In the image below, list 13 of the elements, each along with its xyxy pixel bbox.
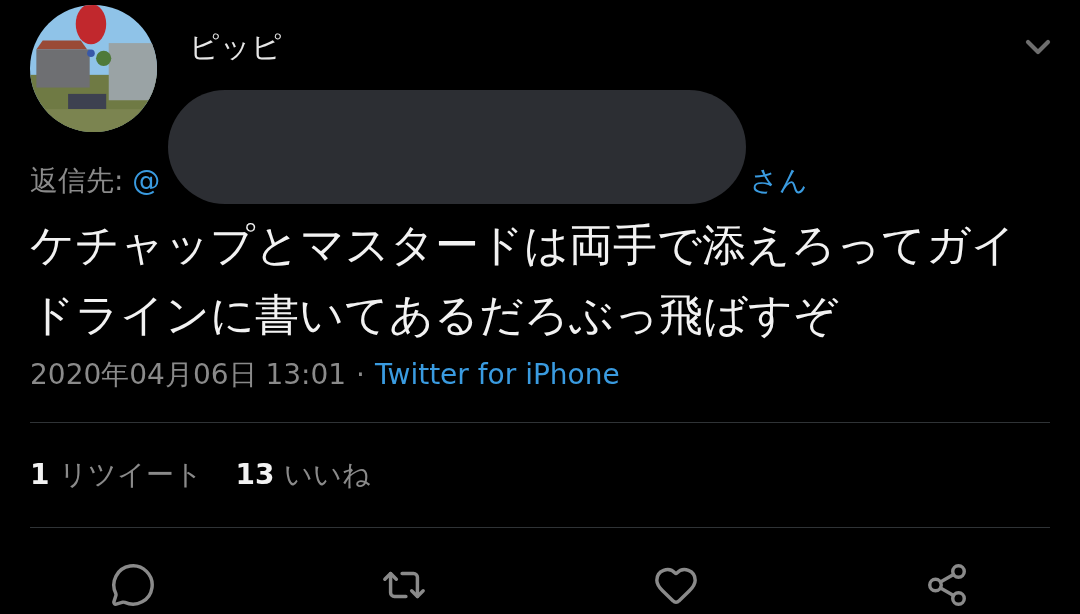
stat-label[interactable]: リツイート bbox=[59, 456, 204, 494]
reply-label: 返信先: bbox=[30, 163, 124, 199]
stat-count[interactable]: 1 bbox=[30, 458, 50, 491]
reply-icon[interactable] bbox=[110, 562, 156, 608]
tweet-text: ケチャップとマスタードは両手で添えろってガイドラインに書いてあるだろぶっ飛ばすぞ bbox=[30, 218, 1017, 342]
separator-dot: · bbox=[356, 358, 365, 391]
mention-link[interactable]: @ bbox=[132, 164, 161, 197]
stat-count[interactable]: 13 bbox=[235, 458, 275, 491]
source-link[interactable]: Twitter for iPhone bbox=[375, 358, 620, 391]
timestamp: 2020年04月06日 13:01 bbox=[30, 357, 347, 393]
mention-suffix: さん bbox=[750, 163, 809, 199]
author-name[interactable]: ピッピ bbox=[189, 27, 1018, 68]
stat-label[interactable]: いいね bbox=[284, 456, 372, 494]
